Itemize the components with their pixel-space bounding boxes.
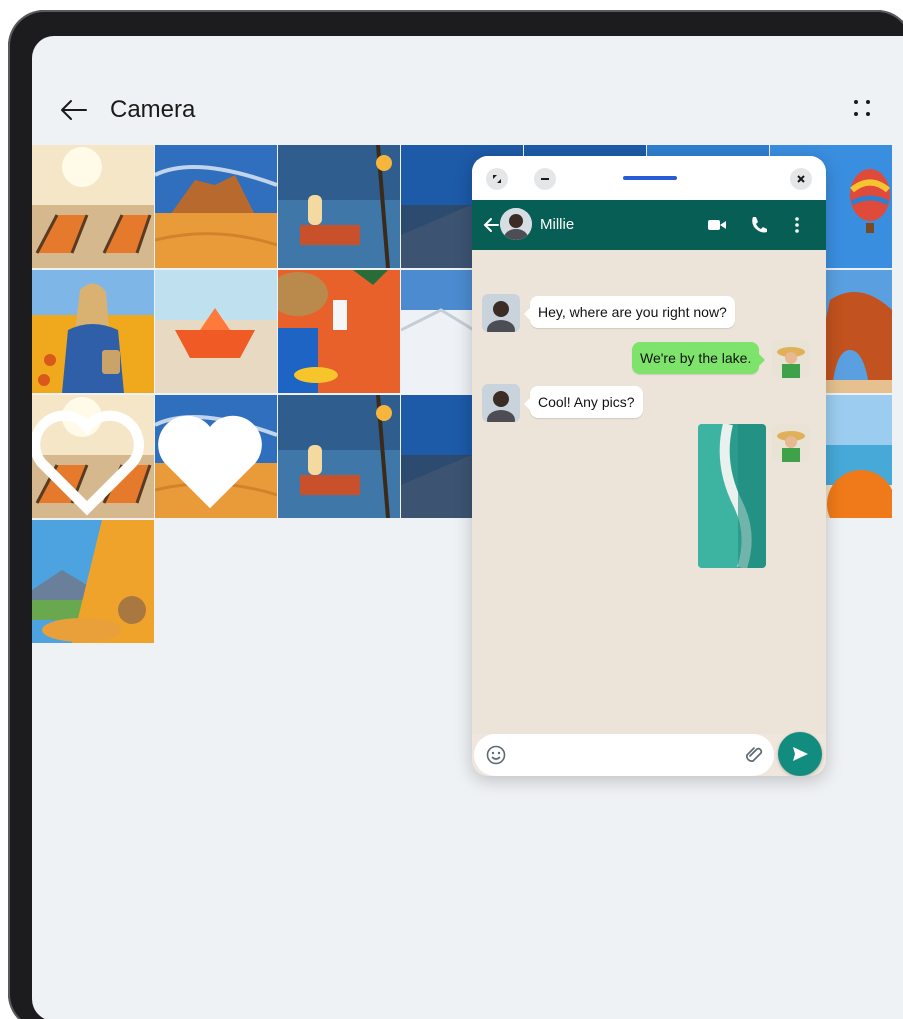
phone-icon[interactable]	[748, 214, 770, 236]
photo-thumbnail[interactable]	[32, 520, 154, 643]
chat-header: Millie	[472, 200, 826, 250]
gallery-screen: Camera Millie Hey, where are you right n…	[32, 36, 903, 1019]
floating-chat-window[interactable]: Millie Hey, where are you right now? We'…	[472, 156, 826, 776]
expand-icon[interactable]	[486, 168, 508, 190]
filled-heart-icon[interactable]	[155, 401, 271, 518]
drag-handle[interactable]	[623, 176, 677, 180]
close-icon[interactable]	[790, 168, 812, 190]
message-input[interactable]	[514, 742, 734, 768]
photo-thumbnail[interactable]	[155, 395, 277, 518]
incoming-message: Hey, where are you right now?	[524, 296, 735, 328]
window-control-bar	[472, 156, 826, 200]
photo-thumbnail[interactable]	[32, 395, 154, 518]
more-vertical-icon[interactable]	[786, 214, 808, 236]
photo-thumbnail[interactable]	[278, 270, 400, 393]
attach-icon[interactable]	[744, 744, 766, 766]
outline-heart-icon[interactable]	[32, 401, 148, 518]
message-input-pill[interactable]	[474, 734, 774, 776]
four-dots-icon[interactable]	[852, 96, 876, 122]
send-button[interactable]	[778, 732, 822, 776]
emoji-icon[interactable]	[486, 745, 506, 765]
device-frame: Camera Millie Hey, where are you right n…	[8, 10, 903, 1019]
photo-thumbnail[interactable]	[278, 145, 400, 268]
composer	[472, 732, 826, 776]
photo-thumbnail[interactable]	[155, 145, 277, 268]
outgoing-message: We're by the lake.	[632, 342, 766, 374]
message-list: Hey, where are you right now? We're by t…	[472, 250, 826, 734]
back-arrow-icon[interactable]	[482, 214, 500, 236]
send-icon	[793, 747, 808, 761]
photo-thumbnail[interactable]	[155, 270, 277, 393]
avatar	[482, 294, 520, 332]
incoming-message: Cool! Any pics?	[524, 386, 643, 418]
avatar	[772, 424, 810, 462]
page-title: Camera	[110, 96, 196, 123]
avatar	[482, 384, 520, 422]
photo-thumbnail[interactable]	[278, 395, 400, 518]
photo-thumbnail[interactable]	[32, 270, 154, 393]
avatar	[772, 340, 810, 378]
gallery-header: Camera	[32, 36, 903, 146]
image-message[interactable]	[698, 424, 766, 568]
contact-name[interactable]: Millie	[540, 216, 574, 233]
minus-icon[interactable]	[534, 168, 556, 190]
photo-thumbnail[interactable]	[32, 145, 154, 268]
video-call-icon[interactable]	[706, 214, 728, 236]
arrow-left-icon[interactable]	[58, 94, 90, 126]
avatar[interactable]	[500, 208, 532, 240]
